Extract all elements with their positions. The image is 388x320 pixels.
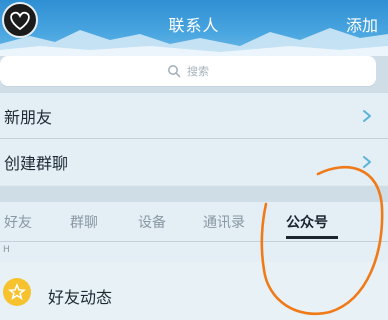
new-friends-label: 新朋友 [4, 107, 53, 127]
search-input[interactable]: 搜索 [0, 56, 376, 86]
new-friends-row[interactable]: 新朋友 [0, 93, 388, 139]
star-glyph [8, 283, 26, 300]
index-letter: H [3, 245, 10, 255]
add-button[interactable]: 添加 [346, 12, 378, 36]
search-placeholder: 搜索 [187, 65, 209, 78]
chevron-right-icon [363, 156, 371, 168]
search-icon [168, 65, 181, 78]
header-bar: 联系人 添加 [0, 0, 388, 56]
friend-feed-label: 好友动态 [48, 288, 113, 307]
friend-feed-row[interactable]: 好友动态 [0, 262, 388, 320]
section-divider [0, 186, 388, 202]
star-icon [3, 278, 31, 306]
search-bar-container: 搜索 [0, 56, 388, 94]
contact-tabs: 好友 群聊 设备 通讯录 公众号 [0, 202, 388, 242]
create-group-chat-label: 创建群聊 [4, 154, 69, 173]
tab-devices[interactable]: 设备 [138, 212, 166, 232]
contacts-screen: 联系人 添加 搜索 新朋友 创建群聊 好友 群聊 设备 通讯录 公众号 H 好友… [0, 0, 388, 320]
page-title: 联系人 [168, 16, 220, 35]
tab-groups[interactable]: 群聊 [70, 212, 98, 232]
chevron-right-icon [363, 110, 371, 122]
tab-official-accounts[interactable]: 公众号 [286, 212, 328, 232]
active-tab-indicator [286, 236, 338, 239]
create-group-chat-row[interactable]: 创建群聊 [0, 139, 388, 185]
tab-address-book[interactable]: 通讯录 [203, 212, 245, 232]
tab-friends[interactable]: 好友 [4, 212, 32, 232]
index-section-header: H [0, 242, 388, 262]
